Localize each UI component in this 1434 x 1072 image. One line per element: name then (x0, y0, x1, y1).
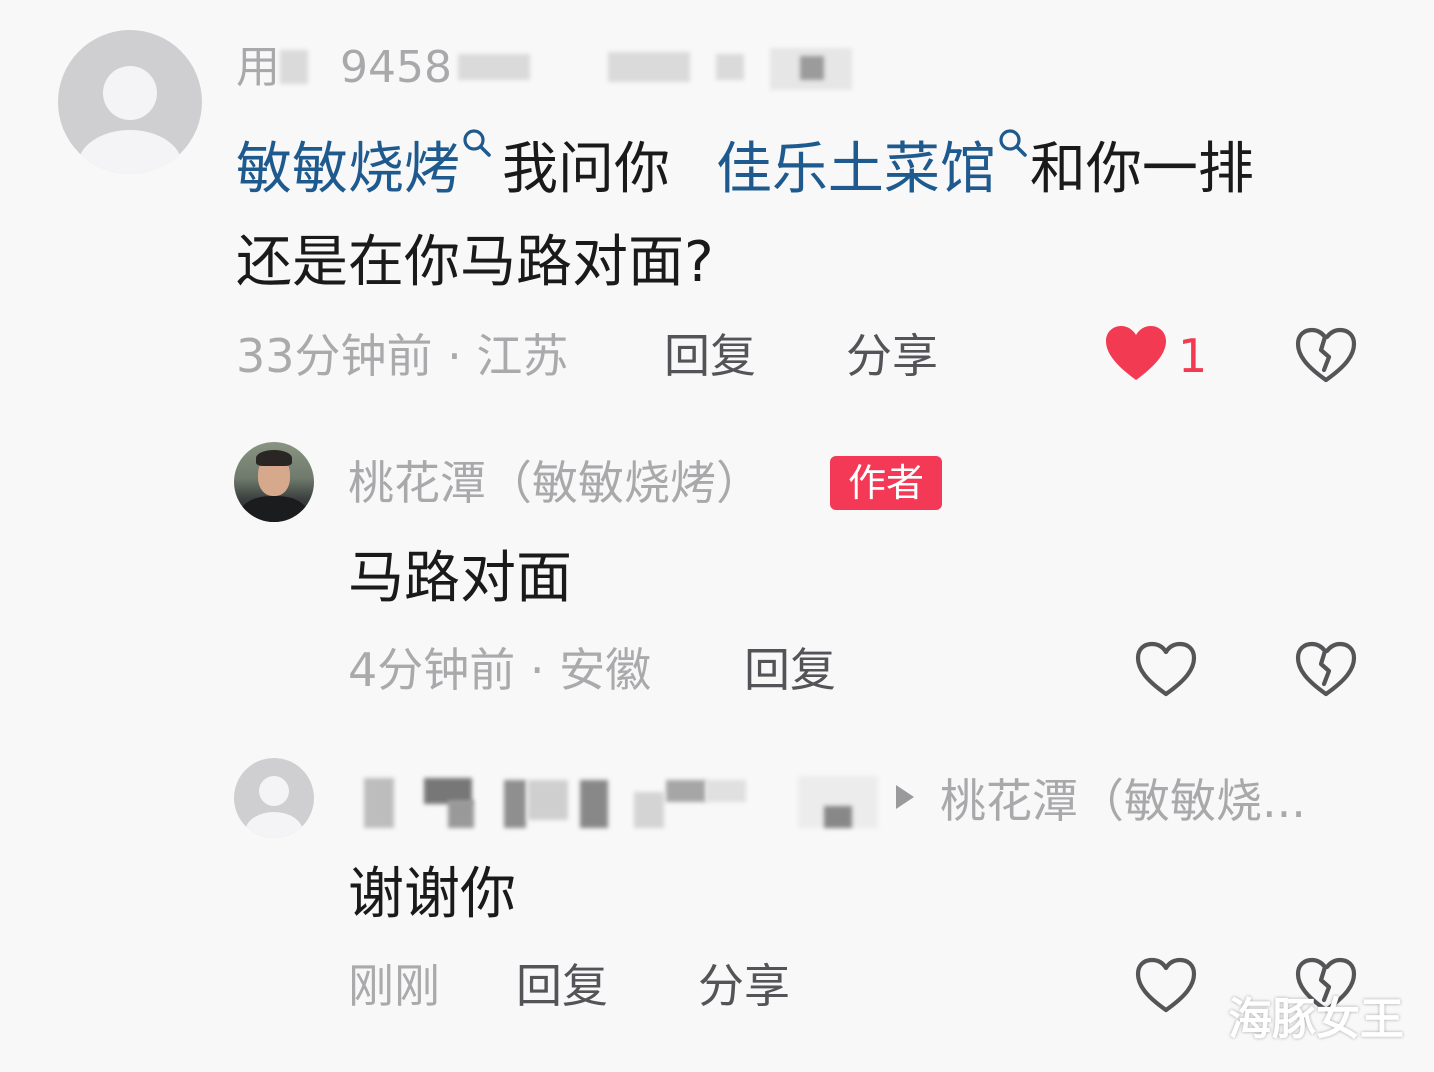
comment-text-line2: 还是在你马路对面? (236, 230, 714, 295)
reply-time: 刚刚 (348, 959, 440, 1013)
reply-button[interactable]: 回复 (516, 956, 608, 1016)
avatar[interactable] (234, 442, 314, 522)
comment-text-plain: 我问你 (502, 137, 688, 202)
triangle-right-icon (896, 785, 914, 809)
like-count: 1 (1178, 329, 1208, 383)
username-prefix: 用 (236, 42, 280, 93)
search-icon[interactable] (996, 126, 1030, 160)
search-icon[interactable] (460, 126, 494, 160)
heart-icon[interactable] (1104, 324, 1168, 382)
reply-text: 马路对面 (348, 546, 572, 611)
avatar[interactable] (234, 758, 314, 838)
mention-link[interactable]: 佳乐土菜馆 (716, 137, 996, 202)
heart-icon[interactable] (1134, 956, 1198, 1014)
mention-link[interactable]: 敏敏烧烤 (236, 137, 460, 202)
watermark: 海豚女王 (1228, 994, 1404, 1045)
broken-heart-icon[interactable] (1294, 640, 1358, 698)
username-partial: 9458 (340, 42, 452, 93)
comment-username[interactable]: 用 9458 (236, 38, 856, 98)
reply-username-blurred[interactable] (348, 770, 888, 830)
share-button[interactable]: 分享 (846, 326, 938, 386)
reply-text: 谢谢你 (348, 862, 516, 927)
comment-text-plain: 和你一排 (1029, 137, 1254, 202)
avatar[interactable] (58, 30, 202, 174)
reply-button[interactable]: 回复 (744, 640, 836, 700)
heart-icon[interactable] (1134, 640, 1198, 698)
comment-text: 敏敏烧烤 我问你 佳乐土菜馆 和你一排 (236, 126, 1254, 202)
share-button[interactable]: 分享 (698, 956, 790, 1016)
reply-to-username[interactable]: 桃花潭（敏敏烧... (940, 770, 1306, 832)
comment-time-location: 33分钟前 · 江苏 (236, 329, 569, 383)
broken-heart-icon[interactable] (1294, 326, 1358, 384)
reply-username[interactable]: 桃花潭（敏敏烧烤） (348, 452, 762, 514)
author-badge: 作者 (830, 456, 942, 510)
reply-button[interactable]: 回复 (664, 326, 756, 386)
reply-time-location: 4分钟前 · 安徽 (348, 643, 652, 697)
